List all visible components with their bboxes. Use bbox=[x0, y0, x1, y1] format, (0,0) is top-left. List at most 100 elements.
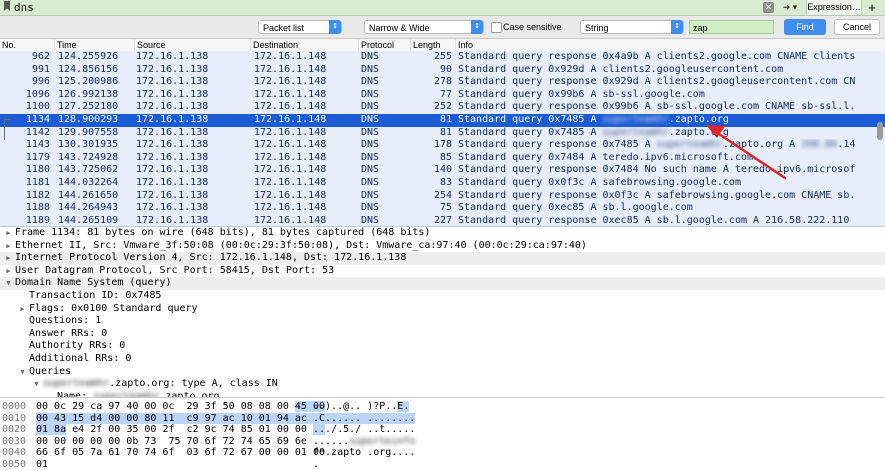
ascii-bytes[interactable]: .../.5./ ..t..... bbox=[313, 424, 415, 436]
packet-protocol: DNS bbox=[361, 177, 401, 190]
packet-length: 254 bbox=[410, 190, 452, 203]
detail-row[interactable]: Questions: 1 bbox=[0, 315, 885, 328]
detail-label: Questions: 1 bbox=[29, 315, 101, 326]
hex-bytes[interactable]: 01 bbox=[36, 459, 48, 470]
detail-label: Ethernet II, Src: Vmware_3f:50:08 (00:0c… bbox=[15, 240, 587, 251]
display-filter-input[interactable]: dns bbox=[14, 0, 34, 15]
scrollbar-thumb[interactable] bbox=[877, 122, 883, 140]
packet-source: 172.16.1.138 bbox=[136, 177, 246, 190]
ascii-bytes[interactable]: fo.zapto .org.... bbox=[313, 447, 415, 459]
packet-destination: 172.16.1.148 bbox=[254, 51, 358, 64]
detail-row[interactable]: Authority RRs: 0 bbox=[0, 340, 885, 353]
detail-text: superteamhr.zapto.org: type A, class IN bbox=[43, 378, 278, 391]
detail-label: Authority RRs: 0 bbox=[29, 340, 125, 351]
find-button[interactable]: Find bbox=[784, 19, 826, 35]
packet-protocol: DNS bbox=[361, 114, 401, 127]
disclosure-collapsed-icon[interactable]: ▶ bbox=[4, 227, 13, 240]
packet-time: 130.301935 bbox=[58, 139, 132, 152]
detail-row[interactable]: ▼superteamhr.zapto.org: type A, class IN bbox=[0, 378, 885, 391]
packet-no: 1181 bbox=[0, 177, 50, 190]
detail-row[interactable]: ▶Ethernet II, Src: Vmware_3f:50:08 (00:0… bbox=[0, 240, 885, 253]
packet-row[interactable]: 996125.200986172.16.1.138172.16.1.148DNS… bbox=[0, 76, 885, 89]
disclosure-collapsed-icon[interactable]: ▶ bbox=[4, 252, 13, 265]
ascii-bytes[interactable]: .C...... ........ bbox=[313, 413, 415, 425]
ascii-bytes[interactable]: . bbox=[313, 459, 319, 470]
disclosure-collapsed-icon[interactable]: ▶ bbox=[4, 240, 13, 253]
disclosure-expanded-icon[interactable]: ▼ bbox=[18, 366, 27, 379]
column-header-length[interactable]: Length bbox=[410, 39, 455, 51]
column-header-protocol[interactable]: Protocol bbox=[358, 39, 409, 51]
column-header-no[interactable]: No. bbox=[0, 39, 16, 51]
hex-bytes[interactable]: 00 43 15 d4 00 00 80 11 c9 97 ac 10 01 9… bbox=[36, 413, 325, 425]
packet-row[interactable]: 991124.856156172.16.1.138172.16.1.148DNS… bbox=[0, 64, 885, 77]
ascii-text: fo.zapto .org.... bbox=[313, 447, 415, 458]
search-in-select[interactable]: Packet list ⇕ bbox=[258, 20, 342, 34]
packet-info: Standard query 0x929d A clients2.googleu… bbox=[458, 64, 855, 77]
detail-label: Internet Protocol Version 4, Src: 172.16… bbox=[15, 252, 406, 263]
disclosure-collapsed-icon[interactable]: ▶ bbox=[18, 303, 27, 316]
annotation-arrow-icon bbox=[700, 108, 800, 188]
char-width-select[interactable]: Narrow & Wide ⇕ bbox=[364, 20, 484, 34]
detail-row[interactable]: ▶Flags: 0x0100 Standard query bbox=[0, 303, 885, 316]
cancel-button[interactable]: Cancel bbox=[834, 19, 880, 35]
hex-bytes[interactable]: 01 8a e4 2f 00 35 00 2f c2 9c 74 85 01 0… bbox=[36, 424, 325, 436]
packet-row[interactable]: 1182144.261650172.16.1.138172.16.1.148DN… bbox=[0, 190, 885, 203]
bookmark-filter-icon[interactable] bbox=[3, 1, 11, 12]
column-header-info[interactable]: Info bbox=[455, 39, 878, 51]
byte-offset: 0020 bbox=[2, 424, 32, 436]
detail-row[interactable]: ▼Domain Name System (query) bbox=[0, 277, 885, 290]
info-text: Standard query response 0x7485 A bbox=[458, 139, 657, 150]
detail-row[interactable]: ▶Frame 1134: 81 bytes on wire (648 bits)… bbox=[0, 227, 885, 240]
packet-row[interactable]: 962124.255926172.16.1.138172.16.1.148DNS… bbox=[0, 51, 885, 64]
packet-time: 144.261650 bbox=[58, 190, 132, 203]
packet-protocol: DNS bbox=[361, 64, 401, 77]
detail-row[interactable]: ▶User Datagram Protocol, Src Port: 58415… bbox=[0, 265, 885, 278]
packet-info: Standard query 0xec85 A sb.l.google.com bbox=[458, 202, 855, 215]
column-header-destination[interactable]: Destination bbox=[250, 39, 359, 51]
column-header-source[interactable]: Source bbox=[134, 39, 249, 51]
hex-bytes[interactable]: 00 0c 29 ca 97 40 00 0c 29 3f 50 08 08 0… bbox=[36, 401, 325, 413]
packet-no: 1100 bbox=[0, 101, 50, 114]
expression-button[interactable]: Expression… bbox=[806, 0, 862, 15]
packet-row[interactable]: 1188144.264943172.16.1.138172.16.1.148DN… bbox=[0, 202, 885, 215]
add-filter-button[interactable]: + bbox=[862, 0, 882, 15]
disclosure-expanded-icon[interactable]: ▼ bbox=[4, 277, 13, 290]
packet-row[interactable]: 1189144.265109172.16.1.138172.16.1.148DN… bbox=[0, 215, 885, 226]
disclosure-expanded-icon[interactable]: ▼ bbox=[32, 378, 41, 391]
detail-label: User Datagram Protocol, Src Port: 58415,… bbox=[15, 265, 334, 276]
filter-history-dropdown[interactable]: ➜ ▾ bbox=[777, 1, 803, 13]
detail-text: Questions: 1 bbox=[29, 315, 101, 328]
packet-time: 144.032264 bbox=[58, 177, 132, 190]
packet-protocol: DNS bbox=[361, 89, 401, 102]
byte-offset: 0010 bbox=[2, 413, 32, 425]
packet-time: 144.265109 bbox=[58, 215, 132, 226]
packet-source: 172.16.1.138 bbox=[136, 76, 246, 89]
detail-row[interactable]: ▶Internet Protocol Version 4, Src: 172.1… bbox=[0, 252, 885, 265]
detail-label: .zapto.org: type A, class IN bbox=[109, 378, 278, 389]
packet-no: 1180 bbox=[0, 164, 50, 177]
disclosure-collapsed-icon[interactable]: ▶ bbox=[4, 265, 13, 278]
detail-row[interactable]: Additional RRs: 0 bbox=[0, 353, 885, 366]
case-sensitive-checkbox[interactable] bbox=[491, 22, 502, 33]
detail-row[interactable]: Answer RRs: 0 bbox=[0, 328, 885, 341]
byte-offset: 0040 bbox=[2, 447, 32, 459]
hex-bytes[interactable]: 00 00 00 00 00 0b 73 75 70 6f 72 74 65 6… bbox=[36, 436, 307, 448]
packet-destination: 172.16.1.148 bbox=[254, 164, 358, 177]
find-string-input[interactable]: zap bbox=[689, 20, 774, 34]
detail-text: Authority RRs: 0 bbox=[29, 340, 125, 353]
packet-row[interactable]: 1096126.992138172.16.1.138172.16.1.148DN… bbox=[0, 89, 885, 102]
packet-list-scrollbar[interactable] bbox=[876, 52, 884, 222]
packet-time: 125.200986 bbox=[58, 76, 132, 89]
clear-icon[interactable]: ✕ bbox=[763, 2, 774, 13]
detail-row[interactable]: Transaction ID: 0x7485 bbox=[0, 290, 885, 303]
hex-bytes[interactable]: 66 6f 05 7a 61 70 74 6f 03 6f 72 67 00 0… bbox=[36, 447, 325, 459]
ascii-text: ..)..@.. )?P.. bbox=[313, 401, 397, 412]
search-type-select[interactable]: String ⇕ bbox=[580, 20, 684, 34]
ascii-bytes[interactable]: ......superteinfo bbox=[313, 436, 415, 448]
ascii-bytes[interactable]: ..)..@.. )?P..E. bbox=[313, 401, 409, 413]
find-packet-toolbar: Packet list ⇕ Narrow & Wide ⇕ Case sensi… bbox=[0, 16, 885, 39]
related-packet-bracket bbox=[4, 119, 11, 140]
detail-text: Flags: 0x0100 Standard query bbox=[29, 303, 198, 316]
detail-row[interactable]: ▼Queries bbox=[0, 366, 885, 379]
column-header-time[interactable]: Time bbox=[54, 39, 135, 51]
